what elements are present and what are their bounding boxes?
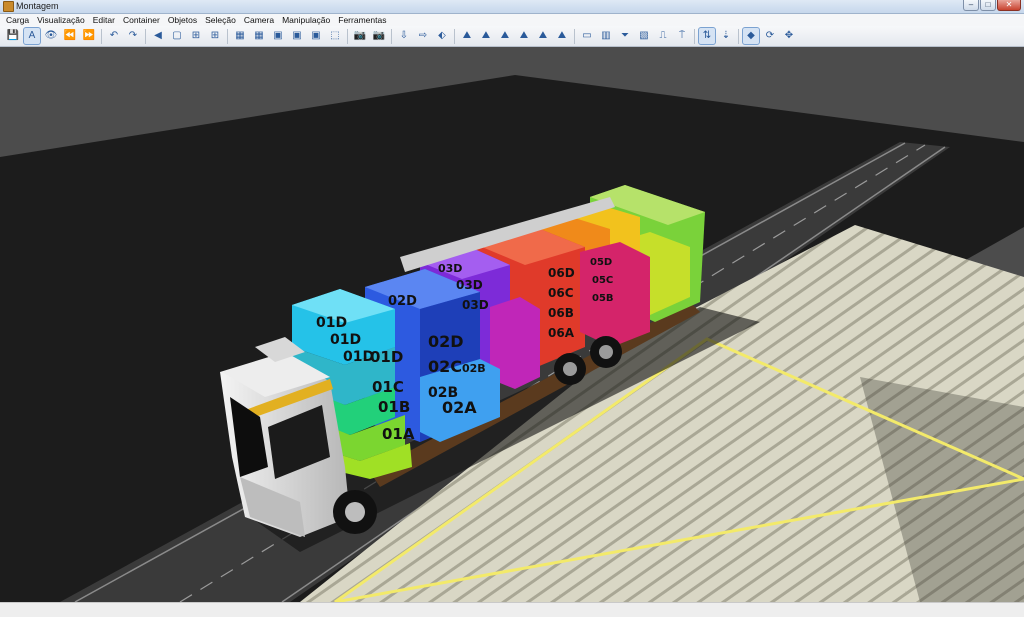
tag-icon[interactable]: ⬖ <box>434 28 450 44</box>
box-label: 02A <box>442 398 477 417</box>
wheel-front-hub <box>345 502 365 522</box>
export-icon[interactable]: ⇩ <box>396 28 412 44</box>
3d-viewport[interactable]: 01D 01D 01D 01D 01C 01B 01A 02D 02D 02C … <box>0 47 1024 602</box>
box-label: 03D <box>438 262 462 275</box>
axis-x-minus-icon[interactable]: ⛰ <box>459 28 475 44</box>
window-title: Montagem <box>16 1 59 11</box>
toolbar-separator <box>145 28 146 44</box>
minimize-button[interactable]: ‒ <box>963 0 979 11</box>
panel-icon[interactable]: ▭ <box>579 28 595 44</box>
menu-bar: Carga Visualização Editar Container Obje… <box>0 14 1024 26</box>
cube-view-icon[interactable]: ◆ <box>742 27 760 45</box>
box-label: 03D <box>456 278 483 292</box>
menu-camera[interactable]: Camera <box>240 14 278 26</box>
box-label: 02C <box>428 357 462 376</box>
toolbar-separator <box>101 28 102 44</box>
box-label: 05B <box>592 293 614 304</box>
camera-icon[interactable]: 📷 <box>352 28 368 44</box>
boxes-add-icon[interactable]: ▦ <box>232 28 248 44</box>
box-label: 03D <box>462 298 489 312</box>
eye-icon[interactable]: 👁 <box>43 28 59 44</box>
box-label: 05D <box>590 257 612 268</box>
title-bar: Montagem ‒ □ ✕ <box>0 0 1024 14</box>
sort-icon[interactable]: ⇅ <box>698 27 716 45</box>
sort-down-icon[interactable]: ⇣ <box>718 28 734 44</box>
box-label: 06A <box>548 326 575 340</box>
axis-z-plus-icon[interactable]: ⛰ <box>554 28 570 44</box>
toolbar: 💾 A 👁 ⏪ ⏩ ↶ ↷ ◀ ▢ ⊞ ⊞ ▦ ▦ ▣ ▣ ▣ ⬚ 📷 📷 ⇩ ⇨ ⬖ ⛰ ⛰ ⛰ ⛰ ⛰ ⛰ ▭ ▥ ⏷ ▧ ⎍ ⍑ ⇅ ⇣ ◆ ⟳ ✥ <box>0 26 1024 47</box>
boxes-move-icon[interactable]: ▦ <box>251 28 267 44</box>
box-label: 02B <box>462 362 486 375</box>
toolbar-separator <box>347 28 348 44</box>
back-circle-icon[interactable]: ◀ <box>150 28 166 44</box>
box-label: 06C <box>548 286 574 300</box>
wheel-rear-2-hub <box>599 345 613 359</box>
fast-forward-icon[interactable]: ⏩ <box>81 28 97 44</box>
axis-z-minus-icon[interactable]: ⛰ <box>535 28 551 44</box>
status-bar <box>0 602 1024 617</box>
rewind-icon[interactable]: ⏪ <box>62 28 78 44</box>
box-label: 01D <box>316 315 347 331</box>
menu-editar[interactable]: Editar <box>89 14 119 26</box>
box-label: 01A <box>382 425 415 443</box>
box-label: 06D <box>548 266 575 280</box>
frame-grid-alt-icon[interactable]: ⊞ <box>207 28 223 44</box>
box-label: 01C <box>372 378 404 396</box>
axis-x-plus-icon[interactable]: ⛰ <box>478 28 494 44</box>
menu-selecao[interactable]: Seleção <box>201 14 240 26</box>
menu-ferramentas[interactable]: Ferramentas <box>334 14 390 26</box>
undo-icon[interactable]: ↶ <box>106 28 122 44</box>
fill-icon[interactable]: ▧ <box>636 28 652 44</box>
frame-grid-icon[interactable]: ⊞ <box>188 28 204 44</box>
box-label: 02D <box>388 294 417 309</box>
redo-icon[interactable]: ↷ <box>125 28 141 44</box>
maximize-button[interactable]: □ <box>980 0 996 11</box>
move-axes-icon[interactable]: ✥ <box>781 28 797 44</box>
menu-carga[interactable]: Carga <box>2 14 33 26</box>
menu-objetos[interactable]: Objetos <box>164 14 201 26</box>
axis-y-plus-icon[interactable]: ⛰ <box>516 28 532 44</box>
box-label: 01B <box>378 398 410 416</box>
toolbar-separator <box>738 28 739 44</box>
menu-container[interactable]: Container <box>119 14 164 26</box>
box-add-icon[interactable]: ▣ <box>270 28 286 44</box>
wheel-rear-1-hub <box>563 362 577 376</box>
box-label: 06B <box>548 306 574 320</box>
close-button[interactable]: ✕ <box>997 0 1021 11</box>
box-delete-icon[interactable]: ▣ <box>308 28 324 44</box>
box-label: 01D <box>370 348 403 366</box>
box-label: 01D <box>330 332 361 348</box>
toolbar-separator <box>227 28 228 44</box>
text-label-icon[interactable]: A <box>23 27 41 45</box>
pallet-icon[interactable]: ▥ <box>598 28 614 44</box>
window-controls: ‒ □ ✕ <box>962 0 1021 11</box>
select-rect-icon[interactable]: ⬚ <box>327 28 343 44</box>
import-icon[interactable]: ⇨ <box>415 28 431 44</box>
menu-visualizacao[interactable]: Visualização <box>33 14 89 26</box>
rotate-icon[interactable]: ⟳ <box>762 28 778 44</box>
ruler-icon[interactable]: ⎍ <box>655 28 671 44</box>
box-label: 02D <box>428 332 464 351</box>
pin-icon[interactable]: ⍑ <box>674 28 690 44</box>
3d-scene[interactable]: 01D 01D 01D 01D 01C 01B 01A 02D 02D 02C … <box>0 47 1024 602</box>
save-icon[interactable]: 💾 <box>5 28 21 44</box>
toolbar-separator <box>454 28 455 44</box>
camera-box-icon[interactable]: 📷 <box>371 28 387 44</box>
filter-icon[interactable]: ⏷ <box>617 28 633 44</box>
box-remove-icon[interactable]: ▣ <box>289 28 305 44</box>
app-icon <box>3 1 14 12</box>
toolbar-separator <box>694 28 695 44</box>
toolbar-separator <box>391 28 392 44</box>
box-label: 05C <box>592 275 613 286</box>
frame-single-icon[interactable]: ▢ <box>169 28 185 44</box>
toolbar-separator <box>574 28 575 44</box>
axis-y-minus-icon[interactable]: ⛰ <box>497 28 513 44</box>
menu-manipulacao[interactable]: Manipulação <box>278 14 334 26</box>
